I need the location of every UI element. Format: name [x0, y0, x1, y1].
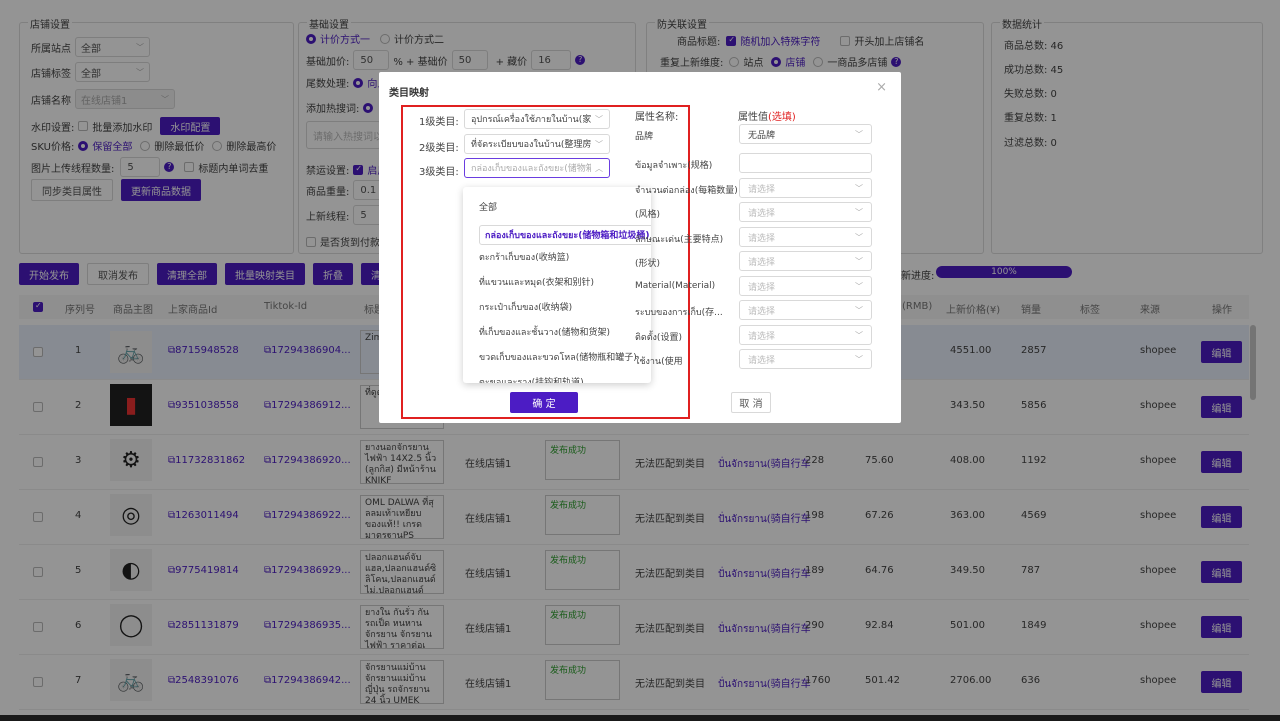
attr-label: ระบบของการเก็บ(存... — [635, 308, 723, 318]
attr-select[interactable]: 请选择 ﹀ — [739, 349, 872, 369]
dropdown-option[interactable]: 全部 — [479, 200, 497, 213]
dropdown-option[interactable]: ตะกร้าเก็บของ(收纳篮) — [479, 250, 569, 264]
chevron-down-icon: ﹀ — [855, 354, 863, 364]
chevron-down-icon: ﹀ — [595, 139, 603, 149]
attr-value: 请选择 — [748, 355, 776, 366]
attr-label: (风格) — [635, 210, 661, 220]
category-mapping-dialog: 类目映射 × 1级类目: อุปกรณ์เครื่องใช้ภายในบ้าน(… — [379, 72, 901, 423]
attr-value: 请选择 — [748, 208, 776, 219]
dropdown-option[interactable]: กระเป๋าเก็บของ(收纳袋) — [479, 300, 572, 314]
close-icon[interactable]: × — [876, 80, 887, 95]
attr-label: Material(Material) — [635, 281, 716, 291]
dropdown-option-selected[interactable]: กล่องเก็บของและถังขยะ(储物箱和垃圾桶) — [479, 225, 651, 245]
attr-label: ลักษณะเด่น(主要特点) — [635, 235, 724, 245]
level2-label: 2级类目: — [419, 143, 459, 154]
attr-value-header-text: 属性值 — [738, 112, 768, 123]
attr-input-spec[interactable] — [739, 153, 872, 173]
dropdown-option[interactable]: ที่แขวนและหมุด(衣架和别针) — [479, 275, 594, 289]
chevron-down-icon: ﹀ — [855, 232, 863, 242]
attr-value: 请选择 — [748, 306, 776, 317]
level1-label: 1级类目: — [419, 117, 459, 128]
attr-select[interactable]: 请选择 ﹀ — [739, 178, 872, 198]
level3-dropdown: 全部 กล่องเก็บของและถังขยะ(储物箱和垃圾桶) ตะกร้า… — [463, 187, 651, 383]
level1-value: อุปกรณ์เครื่องใช้ภายในบ้าน(家电器 — [471, 115, 591, 125]
level3-select[interactable]: กล่องเก็บของและถังขยะ(储物箱和 ︿ — [464, 158, 610, 178]
dropdown-option[interactable]: ที่เก็บของและชั้นวาง(储物和货架) — [479, 325, 610, 339]
dropdown-option[interactable]: ขวดเก็บของและขวดโหล(储物瓶和罐子) — [479, 350, 637, 364]
attr-select[interactable]: 请选择 ﹀ — [739, 276, 872, 296]
attr-value: 请选择 — [748, 282, 776, 293]
attr-value: 请选择 — [748, 233, 776, 244]
chevron-down-icon: ﹀ — [855, 330, 863, 340]
attr-name-header: 属性名称: — [635, 112, 679, 123]
confirm-button[interactable]: 确 定 — [510, 392, 578, 413]
attr-label: ใช้งาน(使用 — [635, 357, 683, 367]
chevron-down-icon: ﹀ — [855, 281, 863, 291]
attr-label: (形状) — [635, 259, 661, 269]
chevron-down-icon: ﹀ — [855, 256, 863, 266]
attr-value: 无品牌 — [748, 130, 776, 141]
attr-select[interactable]: 请选择 ﹀ — [739, 251, 872, 271]
dropdown-option[interactable]: ตะขอและราง(挂钩和轨道) — [479, 375, 584, 383]
attr-select[interactable]: 请选择 ﹀ — [739, 300, 872, 320]
chevron-up-icon: ︿ — [595, 163, 603, 173]
attr-value: 请选择 — [748, 257, 776, 268]
chevron-down-icon: ﹀ — [855, 305, 863, 315]
level1-select[interactable]: อุปกรณ์เครื่องใช้ภายในบ้าน(家电器 ﹀ — [464, 109, 610, 129]
level2-value: ที่จัดระเบียบของในบ้าน(整理房子 — [471, 140, 591, 150]
dialog-title: 类目映射 — [389, 88, 429, 99]
attr-value-header: 属性值(选填) — [738, 108, 796, 123]
chevron-down-icon: ﹀ — [855, 207, 863, 217]
level3-label: 3级类目: — [419, 167, 459, 178]
chevron-down-icon: ﹀ — [855, 183, 863, 193]
attr-select[interactable]: 请选择 ﹀ — [739, 227, 872, 247]
attr-label: ติดตั้ง(设置) — [635, 333, 682, 343]
attr-select[interactable]: 请选择 ﹀ — [739, 202, 872, 222]
attr-label: 品牌 — [635, 132, 654, 142]
level3-value: กล่องเก็บของและถังขยะ(储物箱和 — [471, 164, 591, 174]
attr-select-brand[interactable]: 无品牌 ﹀ — [739, 124, 872, 144]
attr-value: 请选择 — [748, 331, 776, 342]
attr-optional-note: (选填) — [768, 112, 796, 123]
attr-value: 请选择 — [748, 184, 776, 195]
chevron-down-icon: ﹀ — [595, 114, 603, 124]
attr-label: ข้อมูลจำเพาะ(规格) — [635, 161, 713, 171]
attr-label: จำนวนต่อกล่อง(每箱数量) — [635, 186, 738, 196]
level2-select[interactable]: ที่จัดระเบียบของในบ้าน(整理房子 ﹀ — [464, 134, 610, 154]
attr-select[interactable]: 请选择 ﹀ — [739, 325, 872, 345]
cancel-button[interactable]: 取 消 — [731, 392, 771, 413]
chevron-down-icon: ﹀ — [855, 129, 863, 139]
